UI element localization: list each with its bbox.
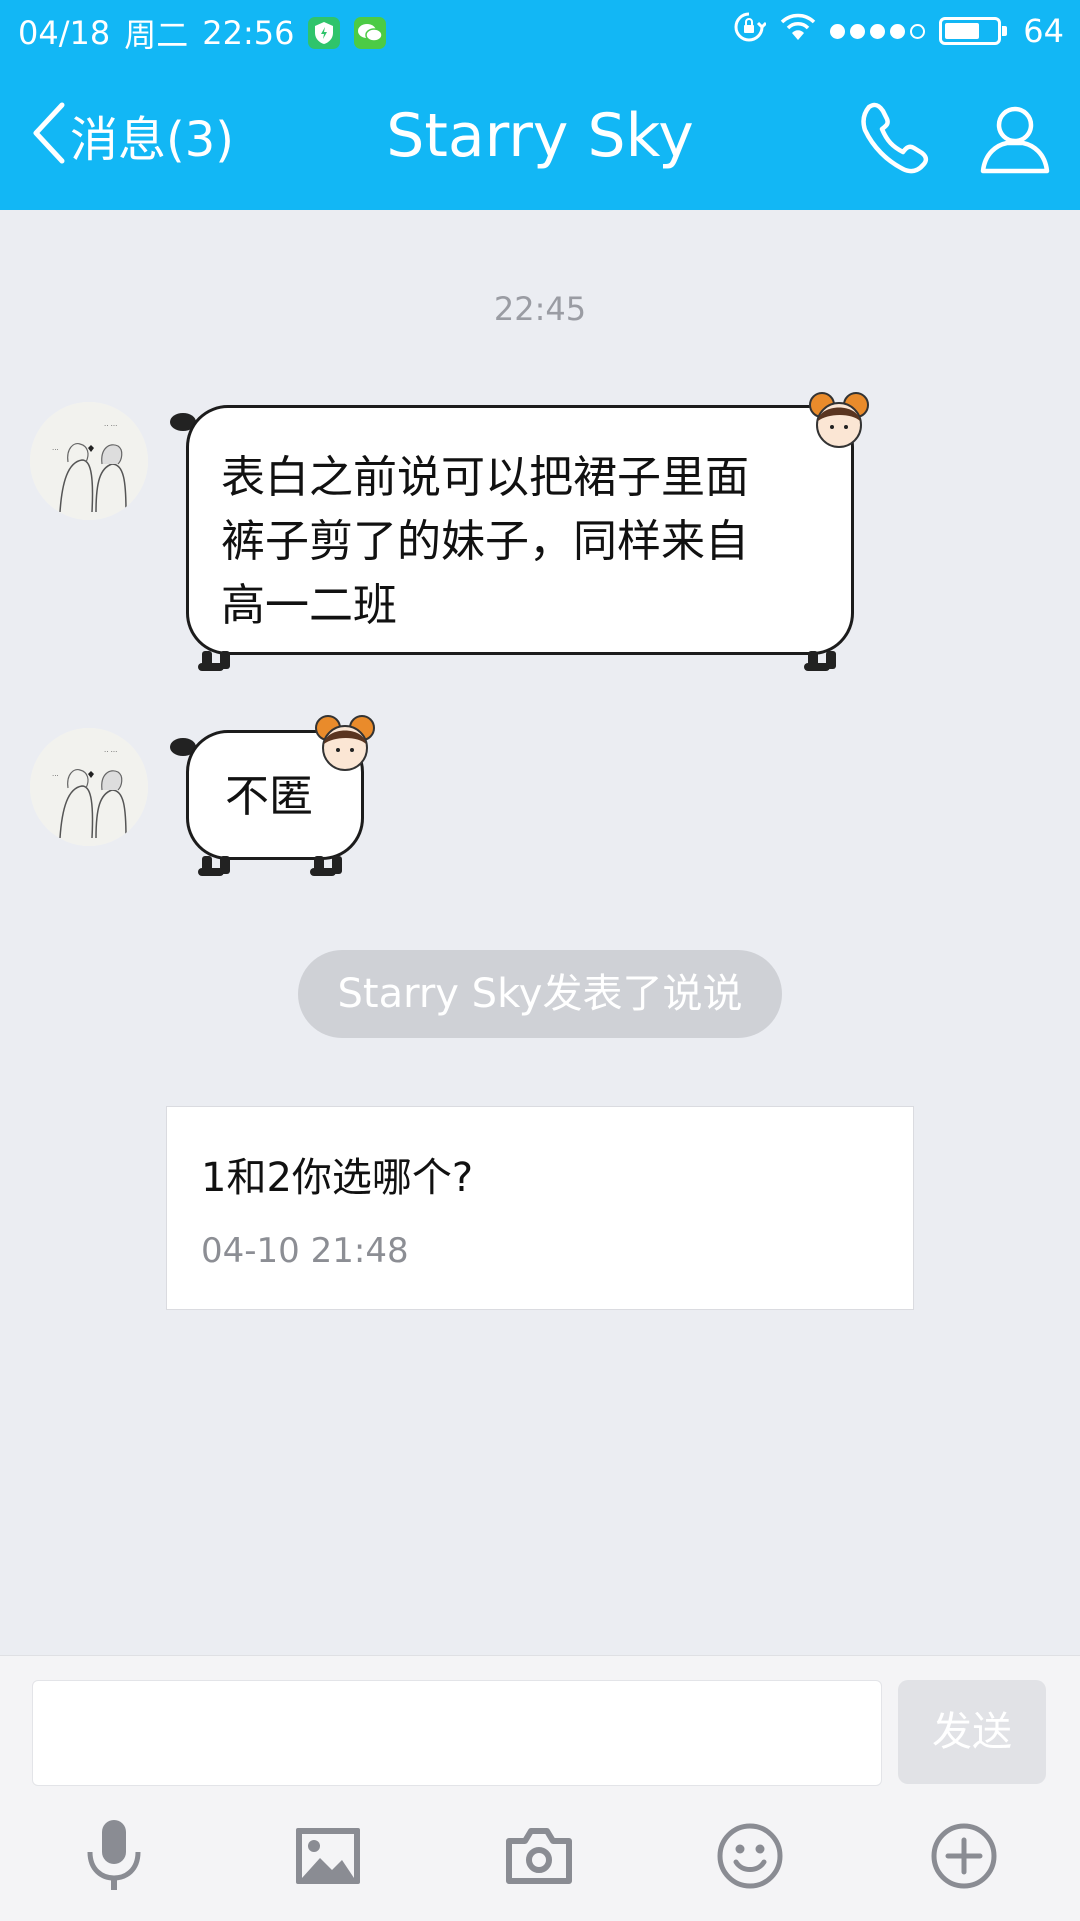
status-weekday: 周二 bbox=[124, 16, 189, 54]
svg-text:···: ··· bbox=[52, 772, 59, 780]
message-text-line: 高一二班 bbox=[221, 580, 397, 631]
plus-icon[interactable] bbox=[924, 1816, 1004, 1896]
profile-icon bbox=[980, 106, 1050, 174]
status-date: 04/18 bbox=[18, 14, 111, 52]
message-text-line: 表白之前说可以把裙子里面 bbox=[221, 452, 749, 503]
shield-icon bbox=[308, 17, 341, 49]
avatar[interactable]: ·· ··· ··· bbox=[30, 402, 148, 520]
send-button[interactable]: 发送 bbox=[898, 1680, 1046, 1784]
microphone-icon[interactable] bbox=[74, 1816, 154, 1896]
avatar[interactable]: ·· ··· ··· bbox=[30, 728, 148, 846]
signal-icon bbox=[830, 23, 926, 39]
status-time: 22:56 bbox=[202, 14, 295, 52]
camera-icon[interactable] bbox=[499, 1816, 579, 1896]
chat-timestamp: 22:45 bbox=[493, 290, 587, 328]
svg-text:·· ···: ·· ··· bbox=[104, 422, 117, 430]
card-time: 04-10 21:48 bbox=[201, 1231, 409, 1271]
input-bar: 发送 bbox=[0, 1655, 1080, 1921]
battery-icon bbox=[939, 17, 1008, 45]
card-title: 1和2你选哪个? bbox=[201, 1155, 474, 1201]
image-icon[interactable] bbox=[288, 1816, 368, 1896]
sticker-icon bbox=[809, 392, 869, 448]
message-text-line: 裤子剪了的妹子，同样来自 bbox=[221, 516, 749, 567]
message-input[interactable] bbox=[32, 1680, 882, 1786]
svg-text:···: ··· bbox=[52, 446, 59, 454]
profile-button[interactable] bbox=[975, 97, 1055, 177]
emoji-icon[interactable] bbox=[710, 1816, 790, 1896]
rotation-lock-icon bbox=[732, 10, 768, 52]
battery-level: 64 bbox=[1023, 12, 1064, 50]
wechat-icon bbox=[354, 17, 387, 49]
system-notice: Starry Sky发表了说说 bbox=[298, 950, 782, 1038]
phone-icon bbox=[861, 102, 929, 174]
wifi-icon bbox=[780, 12, 816, 50]
sticker-icon bbox=[315, 715, 375, 771]
svg-text:·· ···: ·· ··· bbox=[104, 748, 117, 756]
header: 消息(3) Starry Sky bbox=[0, 62, 1080, 210]
shared-post-card[interactable]: 1和2你选哪个? 04-10 21:48 bbox=[166, 1106, 914, 1310]
status-bar: 04/18 周二 22:56 64 bbox=[0, 0, 1080, 62]
call-button[interactable] bbox=[855, 97, 935, 177]
message-bubble[interactable]: 不匿 bbox=[168, 715, 388, 880]
message-bubble[interactable]: 表白之前说可以把裙子里面 裤子剪了的妹子，同样来自 高一二班 bbox=[168, 392, 869, 680]
